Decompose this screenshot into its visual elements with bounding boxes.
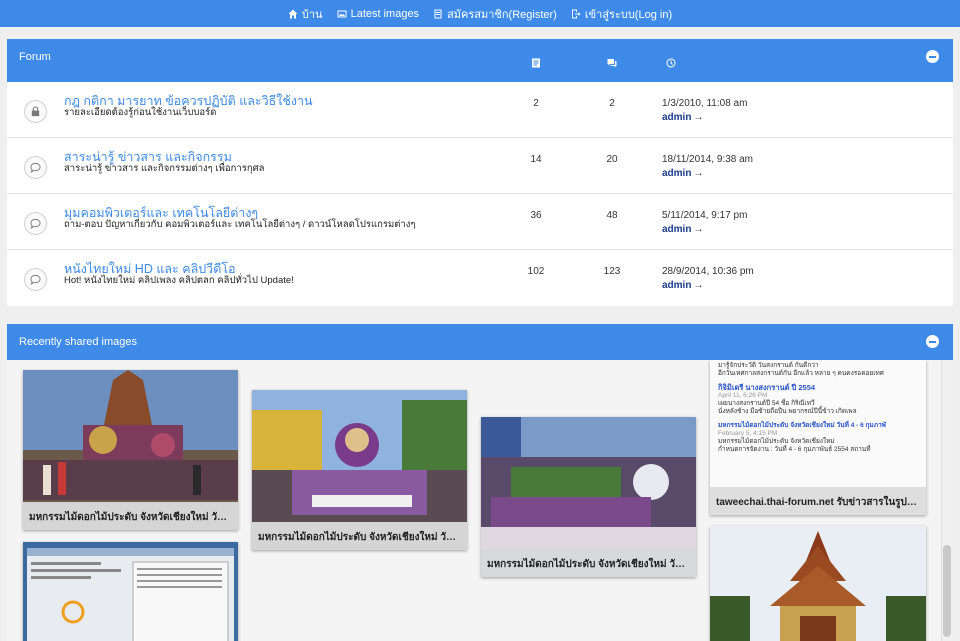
- register-icon: [434, 9, 442, 18]
- gallery-scrollbar-thumb[interactable]: [943, 545, 951, 637]
- post-count: 48: [606, 210, 618, 221]
- last-post-user-link[interactable]: admin →: [662, 224, 703, 235]
- user-name: admin: [662, 224, 692, 235]
- temple-photo: [710, 526, 926, 641]
- image-caption: มหกรรมไม้ดอกไม้ประดับ จังหวัดเชียงใหม่ ว…: [23, 502, 238, 530]
- arrow-right-icon: →: [693, 112, 704, 123]
- post-count: 123: [603, 266, 621, 277]
- forum-collapse-button[interactable]: [926, 50, 939, 63]
- home-icon: [288, 9, 298, 18]
- posts-icon: [607, 55, 617, 68]
- speech-bubble-icon: [24, 268, 47, 291]
- topic-count: 102: [527, 266, 545, 277]
- nav-home-label: บ้าน: [301, 8, 323, 21]
- arrow-right-icon: →: [693, 280, 704, 291]
- lock-icon: [24, 100, 47, 123]
- last-post-clock-icon: [666, 55, 676, 68]
- forum-panel-title: Forum: [19, 51, 51, 63]
- image-icon: [337, 10, 347, 17]
- nav-register-label: สมัครสมาชิก(Register): [447, 8, 557, 21]
- nav-home[interactable]: บ้าน: [288, 5, 323, 23]
- user-name: admin: [662, 112, 692, 123]
- last-post-date: 28/9/2014, 10:36 pm: [662, 266, 754, 277]
- image-caption: มหกรรมไม้ดอกไม้ประดับ จังหวัดเชียงใหม่ ว…: [481, 549, 696, 577]
- listing-line: April 11, 6:26 PM: [718, 392, 768, 399]
- user-name: admin: [662, 168, 692, 179]
- listing-line: อีกวันเทศกาลสงกรานต์กัน อีกแล้ว หลาย ๆ ค…: [718, 370, 884, 377]
- forum-panel-header: Forum: [7, 39, 953, 82]
- listing-text: มารู้จักประวัติ วันสงกรานต์ กันดีกว่า อี…: [718, 362, 923, 454]
- gallery-scrollbar[interactable]: [941, 360, 953, 641]
- listing-line: เผยนางสงกรานต์ปี 54 ชื่อ กิริณีเทวี: [718, 400, 815, 407]
- gallery-image[interactable]: [710, 526, 926, 641]
- images-panel-header: Recently shared images: [7, 324, 953, 360]
- nav-login-label: เข้าสู่ระบบ(Log in): [584, 8, 673, 21]
- nav-latest-images-label: Latest images: [350, 7, 420, 20]
- images-panel-title: Recently shared images: [19, 336, 138, 348]
- top-nav: บ้าน Latest images สมัครสมาชิก(Register)…: [0, 0, 960, 27]
- image-caption: มหกรรมไม้ดอกไม้ประดับ จังหวัดเชียงใหม่ ว…: [252, 522, 467, 550]
- post-count: 20: [606, 154, 618, 165]
- last-post-date: 18/11/2014, 9:38 am: [662, 154, 753, 165]
- forum-description: รายละเอียดต้องรู้ก่อนใช้งานเว็บบอร์ด: [64, 107, 217, 118]
- forum-description: สาระน่ารู้ ข่าวสาร และกิจกรรมต่างๆ เพื่อ…: [64, 163, 265, 174]
- user-name: admin: [662, 280, 692, 291]
- topic-count: 36: [530, 210, 542, 221]
- last-post-user-link[interactable]: admin →: [662, 112, 703, 123]
- last-post-date: 1/3/2010, 11:08 am: [662, 98, 748, 109]
- gallery-image[interactable]: มหกรรมไม้ดอกไม้ประดับ จังหวัดเชียงใหม่ ว…: [23, 370, 238, 530]
- login-icon: [571, 9, 581, 18]
- gallery-image[interactable]: มหกรรมไม้ดอกไม้ประดับ จังหวัดเชียงใหม่ ว…: [481, 417, 696, 577]
- forum-description: ถาม-ตอบ ปัญหาเกี่ยวกับ คอมพิวเตอร์และ เท…: [64, 219, 416, 230]
- listing-line: กิจิมิเดรี นางสงกรานต์ ปี 2554: [718, 383, 816, 392]
- listing-line: มหกรรมไม้ดอกไม้ประดับ จังหวัดเชียงใหม่ ว…: [718, 422, 886, 429]
- images-collapse-button[interactable]: [926, 335, 939, 348]
- topics-icon: [531, 55, 541, 68]
- forum-description: Hot! หนังไทยใหม่ คลิปเพลง คลิปตลก คลิปทั…: [64, 275, 294, 286]
- speech-bubble-icon: [24, 156, 47, 179]
- gallery-image[interactable]: มหกรรมไม้ดอกไม้ประดับ จังหวัดเชียงใหม่ ว…: [252, 390, 467, 550]
- listing-line: February 5, 4:15 PM: [718, 430, 778, 437]
- forum-panel: Forum กฎ กติกา มารยาท ข้อควรปฏิบัติ และว…: [7, 39, 953, 306]
- topic-count: 2: [533, 98, 539, 109]
- nav-login[interactable]: เข้าสู่ระบบ(Log in): [571, 5, 672, 23]
- listing-line: นั่งหลังช้าง มือซ้ายถือปืน พยากรณ์ปีนี้ข…: [718, 408, 857, 415]
- software-window-photo: [23, 542, 238, 641]
- image-gallery: มหกรรมไม้ดอกไม้ประดับ จังหวัดเชียงใหม่ ว…: [7, 360, 953, 641]
- last-post-date: 5/11/2014, 9:17 pm: [662, 210, 748, 221]
- post-count: 2: [609, 98, 615, 109]
- image-caption: taweechai.thai-forum.net รับข่าวสารในรูป…: [710, 487, 926, 515]
- last-post-user-link[interactable]: admin →: [662, 280, 703, 291]
- nav-register[interactable]: สมัครสมาชิก(Register): [433, 5, 557, 23]
- nav-latest-images[interactable]: Latest images: [337, 8, 419, 20]
- topic-count: 14: [530, 154, 542, 165]
- listing-line: มารู้จักประวัติ วันสงกรานต์ กันดีกว่า: [718, 362, 819, 369]
- arrow-right-icon: →: [693, 168, 704, 179]
- listing-line: กำหนดการจัดงาน : วันที่ 4 - 6 กุมภาพันธ์…: [718, 446, 871, 453]
- forum-list: กฎ กติกา มารยาท ข้อควรปฏิบัติ และวิธีใช้…: [7, 82, 953, 306]
- forum-row: กฎ กติกา มารยาท ข้อควรปฏิบัติ และวิธีใช้…: [7, 82, 953, 138]
- last-post-user-link[interactable]: admin →: [662, 168, 703, 179]
- listing-line: มหกรรมไม้ดอกไม้ประดับ จังหวัดเชียงใหม่: [718, 438, 835, 445]
- forum-row: สาระน่ารู้ ข่าวสาร และกิจกรรม สาระน่ารู้…: [7, 138, 953, 194]
- speech-bubble-icon: [24, 212, 47, 235]
- gallery-image[interactable]: มารู้จักประวัติ วันสงกรานต์ กันดีกว่า อี…: [710, 360, 926, 515]
- gallery-image[interactable]: [23, 542, 238, 641]
- images-panel: Recently shared images มหกรรมไม้ดอกไม้ปร…: [7, 324, 953, 641]
- forum-row: มุมคอมพิวเตอร์และ เทคโนโลยีต่างๆ ถาม-ตอบ…: [7, 194, 953, 250]
- arrow-right-icon: →: [693, 224, 704, 235]
- forum-row: หนังไทยใหม่ HD และ คลิปวีดีโอ Hot! หนังไ…: [7, 250, 953, 306]
